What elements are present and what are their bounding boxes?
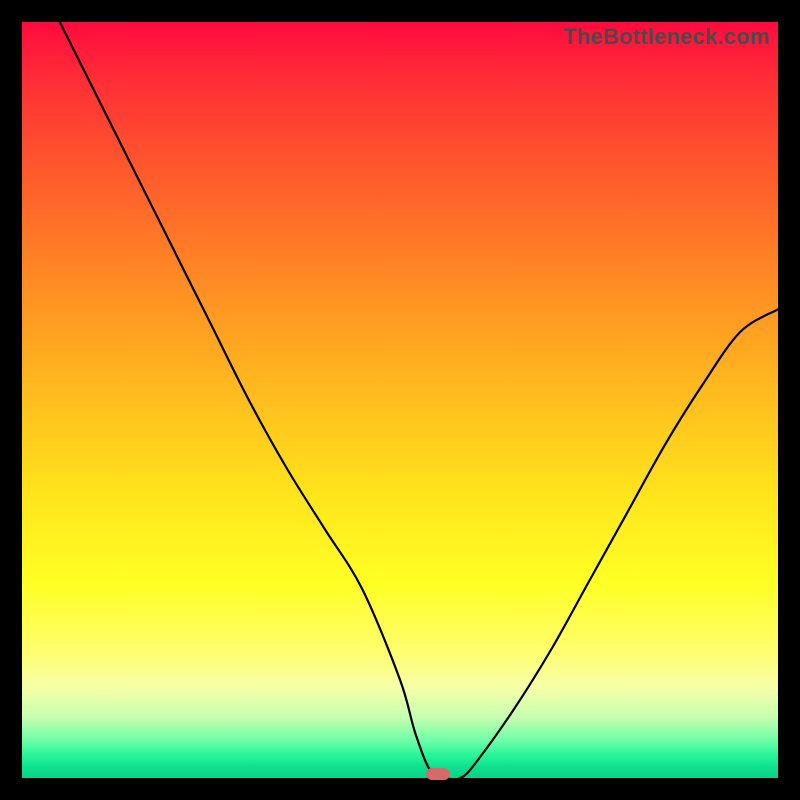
bottleneck-curve xyxy=(22,22,778,778)
min-marker xyxy=(426,768,450,780)
chart-frame: TheBottleneck.com xyxy=(0,0,800,800)
plot-area: TheBottleneck.com xyxy=(22,22,778,778)
curve-path xyxy=(60,22,778,779)
watermark-text: TheBottleneck.com xyxy=(564,24,770,50)
